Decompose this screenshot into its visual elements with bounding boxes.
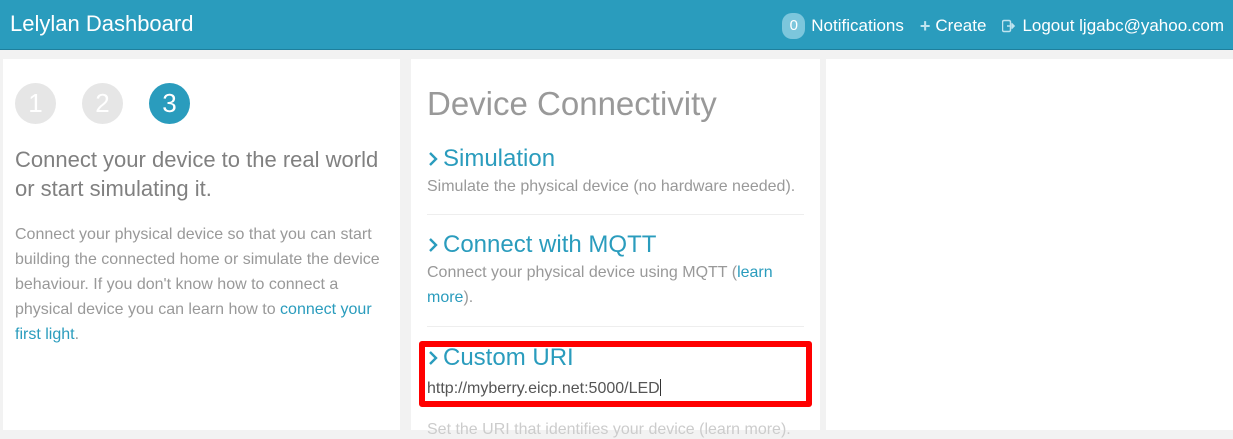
custom-uri-hint: Set the URI that identifies your device … (427, 421, 791, 438)
page-title: Device Connectivity (427, 85, 717, 122)
step-1[interactable]: 1 (15, 83, 56, 124)
simulation-link[interactable]: Simulation (427, 144, 804, 174)
step-lead-text: Connect your device to the real world or… (15, 147, 379, 201)
step-description: Connect your physical device so that you… (15, 222, 385, 347)
notifications-badge: 0 (782, 13, 806, 39)
mqtt-description-end: ). (463, 289, 474, 306)
logout-label: Logout ljgabc@yahoo.com (1022, 16, 1224, 35)
notifications-label: Notifications (811, 16, 904, 35)
step-indicator: 1 2 3 (15, 83, 216, 124)
custom-uri-value: http://myberry.eicp.net:5000/LED (427, 380, 660, 397)
step-2[interactable]: 2 (82, 83, 123, 124)
custom-uri-label: Custom URI (443, 344, 574, 371)
chevron-right-icon (429, 351, 438, 365)
simulation-description: Simulate the physical device (no hardwar… (427, 178, 796, 195)
plus-icon: + (919, 15, 931, 36)
navbar-actions: 0 Notifications + Create Logout ljgabc@y… (782, 13, 1224, 39)
option-simulation: Simulation Simulate the physical device … (427, 144, 804, 199)
logout-icon (1002, 19, 1016, 33)
simulation-label: Simulation (443, 145, 556, 172)
create-label: Create (935, 16, 987, 35)
divider (427, 214, 804, 215)
mqtt-description: Connect your physical device using MQTT … (427, 260, 804, 310)
mqtt-label: Connect with MQTT (443, 231, 657, 258)
chevron-right-icon (429, 238, 438, 252)
option-mqtt: Connect with MQTT Connect your physical … (427, 230, 804, 310)
divider (427, 326, 804, 327)
right-panel (826, 59, 1233, 430)
mqtt-description-text: Connect your physical device using MQTT … (427, 264, 738, 281)
create-link[interactable]: + Create (920, 16, 987, 37)
notifications-link[interactable]: 0 Notifications (782, 13, 904, 39)
text-caret (659, 379, 661, 396)
top-navbar: Lelylan Dashboard 0 Notifications + Crea… (0, 0, 1233, 50)
option-custom-uri: Custom URI (427, 343, 804, 373)
mqtt-link[interactable]: Connect with MQTT (427, 230, 804, 260)
steps-panel: 1 2 3 Connect your device to the real wo… (3, 59, 400, 430)
custom-uri-input[interactable]: http://myberry.eicp.net:5000/LED (427, 377, 804, 402)
chevron-right-icon (429, 152, 438, 166)
step-3[interactable]: 3 (149, 83, 190, 124)
connectivity-panel: Device Connectivity Simulation Simulate … (411, 59, 820, 438)
step-description-end: . (74, 326, 80, 343)
brand-title[interactable]: Lelylan Dashboard (10, 10, 193, 38)
custom-uri-link[interactable]: Custom URI (427, 343, 804, 373)
logout-link[interactable]: Logout ljgabc@yahoo.com (1002, 16, 1224, 36)
